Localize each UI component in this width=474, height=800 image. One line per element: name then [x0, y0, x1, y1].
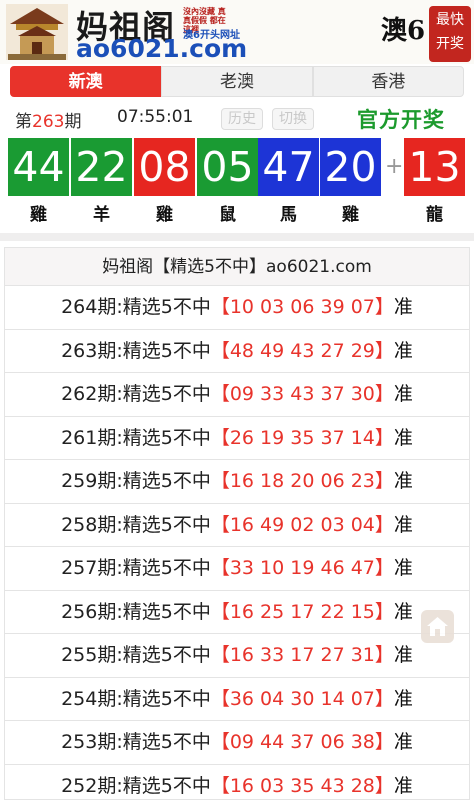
- prediction-row: 254期:精选5不中【36 04 30 14 07】准: [5, 678, 469, 721]
- fastest-draw-seal: 最快 开奖: [429, 6, 471, 62]
- prediction-numbers: 【26 19 35 37 14】: [210, 426, 394, 449]
- prediction-row: 264期:精选5不中【10 03 06 39 07】准: [5, 286, 469, 330]
- prediction-numbers: 【09 44 37 06 38】: [210, 731, 394, 753]
- prediction-row: 257期:精选5不中【33 10 19 46 47】准: [5, 547, 469, 591]
- prediction-row: 253期:精选5不中【09 44 37 06 38】准: [5, 721, 469, 765]
- temple-logo-icon: [6, 4, 68, 60]
- prediction-label: 254期:精选5不中: [61, 687, 211, 710]
- prediction-result: 准: [393, 513, 413, 536]
- prediction-label: 257期:精选5不中: [61, 557, 211, 579]
- issue-prefix: 第: [15, 112, 32, 132]
- issue-number: 263: [32, 112, 65, 132]
- ball-3-zodiac: 雞: [156, 205, 173, 225]
- prediction-numbers: 【09 33 43 37 30】: [210, 383, 394, 405]
- region-tabs: 新澳 老澳 香港: [10, 66, 464, 97]
- prediction-label: 252期:精选5不中: [61, 774, 211, 797]
- ball-5: 47: [258, 138, 319, 196]
- ball-3: 08: [134, 138, 195, 196]
- draw-info-row: 第263期 07:55:01 历史 切换 官方开奖: [0, 103, 474, 133]
- prediction-numbers: 【10 03 06 39 07】: [210, 296, 394, 318]
- section-divider: [0, 233, 474, 241]
- special-ball: 13: [404, 138, 465, 196]
- prediction-result: 准: [393, 339, 413, 362]
- special-ball-zodiac: 龍: [426, 205, 443, 225]
- prediction-numbers: 【33 10 19 46 47】: [210, 557, 394, 579]
- prediction-result: 准: [393, 557, 413, 579]
- seal-line-2: 开奖: [436, 36, 464, 52]
- plus-sign: +: [385, 154, 404, 179]
- prediction-label: 261期:精选5不中: [61, 426, 211, 449]
- ball-6-zodiac: 雞: [342, 205, 359, 225]
- prediction-row: 256期:精选5不中【16 25 17 22 15】准: [5, 591, 469, 634]
- prediction-result: 准: [393, 383, 413, 405]
- prediction-row: 261期:精选5不中【26 19 35 37 14】准: [5, 417, 469, 460]
- prediction-result: 准: [393, 600, 413, 623]
- draw-time: 07:55:01: [117, 107, 194, 127]
- seal-line-1: 最快: [436, 12, 464, 28]
- prediction-label: 263期:精选5不中: [61, 339, 211, 362]
- prediction-result: 准: [393, 774, 413, 797]
- home-icon: [427, 617, 448, 636]
- prediction-row: 262期:精选5不中【09 33 43 37 30】准: [5, 373, 469, 417]
- ball-2: 22: [71, 138, 132, 196]
- site-tagline: 澳6开头网址: [183, 30, 240, 41]
- predictions-panel: 妈祖阁【精选5不中】ao6021.com 264期:精选5不中【10 03 06…: [4, 247, 470, 800]
- prediction-result: 准: [393, 731, 413, 753]
- prediction-result: 准: [393, 470, 413, 492]
- draw-balls: 44 雞 22 羊 08 雞 05 鼠 47 馬 20 雞 + 13 龍: [8, 138, 474, 225]
- prediction-numbers: 【16 25 17 22 15】: [210, 600, 394, 623]
- tab-hong-kong[interactable]: 香港: [312, 66, 464, 97]
- ball-5-zodiac: 馬: [280, 205, 297, 225]
- prediction-numbers: 【16 33 17 27 31】: [210, 644, 394, 666]
- prediction-row: 263期:精选5不中【48 49 43 27 29】准: [5, 330, 469, 373]
- prediction-label: 255期:精选5不中: [61, 644, 211, 666]
- prediction-label: 256期:精选5不中: [61, 600, 211, 623]
- tab-new-macau[interactable]: 新澳: [10, 66, 162, 97]
- home-button[interactable]: [421, 610, 454, 643]
- prediction-result: 准: [393, 687, 413, 710]
- ball-1: 44: [8, 138, 69, 196]
- prediction-row: 258期:精选5不中【16 49 02 03 04】准: [5, 504, 469, 547]
- prediction-numbers: 【16 49 02 03 04】: [210, 513, 394, 536]
- predictions-list: 264期:精选5不中【10 03 06 39 07】准 263期:精选5不中【48…: [5, 286, 469, 800]
- brand-mark: 澳6: [381, 16, 426, 46]
- ball-2-zodiac: 羊: [93, 205, 110, 225]
- tab-old-macau[interactable]: 老澳: [161, 66, 313, 97]
- prediction-label: 264期:精选5不中: [61, 296, 211, 318]
- site-header: 妈祖阁 沒內沒藏 真真假假 都在這裡 ao6021.com 澳6开头网址 澳6 …: [0, 0, 474, 64]
- prediction-result: 准: [393, 426, 413, 449]
- prediction-row: 259期:精选5不中【16 18 20 06 23】准: [5, 460, 469, 504]
- issue-label: 第263期: [15, 107, 81, 132]
- prediction-row: 255期:精选5不中【16 33 17 27 31】准: [5, 634, 469, 678]
- ball-4-zodiac: 鼠: [219, 205, 236, 225]
- prediction-result: 准: [393, 644, 413, 666]
- predictions-title: 妈祖阁【精选5不中】ao6021.com: [5, 248, 469, 286]
- prediction-label: 253期:精选5不中: [61, 731, 211, 753]
- issue-suffix: 期: [64, 112, 82, 132]
- prediction-numbers: 【36 04 30 14 07】: [210, 687, 394, 710]
- prediction-label: 262期:精选5不中: [61, 383, 211, 405]
- ball-1-zodiac: 雞: [30, 205, 47, 225]
- official-draw-label: 官方开奖: [357, 108, 445, 132]
- prediction-numbers: 【48 49 43 27 29】: [210, 339, 394, 362]
- prediction-label: 259期:精选5不中: [61, 470, 211, 492]
- prediction-result: 准: [393, 296, 413, 318]
- prediction-label: 258期:精选5不中: [61, 513, 211, 536]
- prediction-numbers: 【16 18 20 06 23】: [210, 470, 394, 492]
- ball-4: 05: [197, 138, 258, 196]
- ball-6: 20: [320, 138, 381, 196]
- history-button[interactable]: 历史: [221, 108, 263, 130]
- prediction-row: 252期:精选5不中【16 03 35 43 28】准: [5, 765, 469, 800]
- prediction-numbers: 【16 03 35 43 28】: [210, 774, 394, 797]
- switch-button[interactable]: 切换: [272, 108, 314, 130]
